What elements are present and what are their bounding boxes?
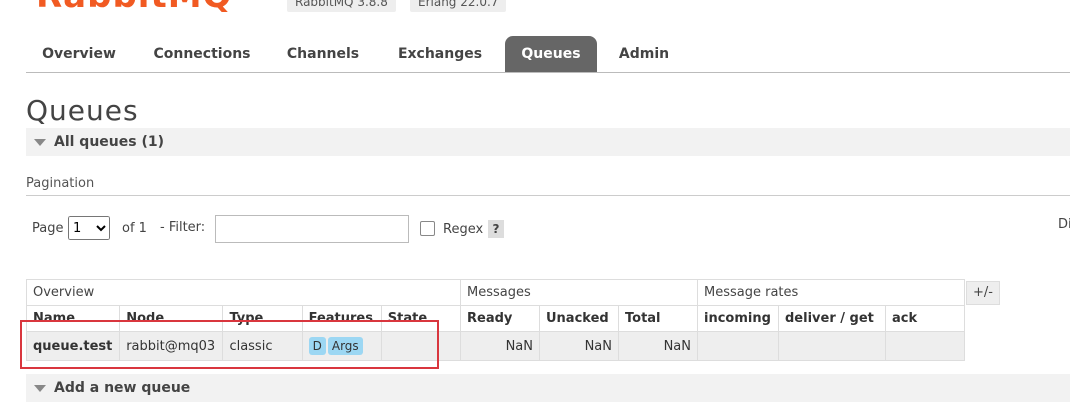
rabbitmq-logo: RabbitMQTM — [36, 0, 251, 16]
group-overview: Overview — [26, 279, 461, 306]
col-header-deliver-get[interactable]: deliver / get — [778, 305, 886, 332]
pagination-divider — [26, 195, 1070, 196]
tab-exchanges[interactable]: Exchanges — [390, 36, 490, 72]
erlang-badge: Erlang 22.0.7 — [410, 0, 507, 12]
tab-connections[interactable]: Connections — [146, 36, 258, 72]
queue-unacked: NaN — [539, 331, 619, 361]
cut-off-text: Di — [1058, 217, 1070, 232]
queue-deliver-get — [778, 331, 886, 361]
collapse-triangle-icon — [34, 384, 46, 392]
col-header-ack[interactable]: ack — [885, 305, 965, 332]
regex-label: Regex — [443, 222, 484, 237]
queue-total: NaN — [618, 331, 698, 361]
tab-overview[interactable]: Overview — [32, 36, 126, 72]
tab-queues[interactable]: Queues — [505, 36, 597, 72]
queue-ack — [885, 331, 965, 361]
main-nav-tabs: Overview Connections Channels Exchanges … — [26, 36, 1070, 73]
group-messages: Messages — [460, 279, 698, 306]
col-header-unacked[interactable]: Unacked — [539, 305, 619, 332]
collapse-triangle-icon — [34, 138, 46, 146]
page-title: Queues — [26, 94, 139, 127]
regex-checkbox[interactable] — [420, 221, 435, 236]
page-label: Page — [32, 221, 64, 236]
filter-input[interactable] — [215, 215, 409, 243]
page-select[interactable]: 1 — [68, 216, 110, 240]
page-of-label: of 1 — [122, 221, 147, 236]
queue-ready: NaN — [460, 331, 540, 361]
all-queues-label: All queues (1) — [54, 134, 164, 150]
tab-admin[interactable]: Admin — [610, 36, 678, 72]
tab-channels[interactable]: Channels — [280, 36, 366, 72]
version-badge: RabbitMQ 3.8.8 — [287, 0, 396, 12]
regex-help-button[interactable]: ? — [488, 220, 504, 238]
queue-incoming — [697, 331, 779, 361]
col-header-ready[interactable]: Ready — [460, 305, 540, 332]
filter-label: - Filter: — [160, 220, 206, 235]
all-queues-section-header[interactable]: All queues (1) — [26, 128, 1070, 156]
col-header-incoming[interactable]: incoming — [697, 305, 779, 332]
add-queue-section-header[interactable]: Add a new queue — [26, 374, 1070, 402]
group-message-rates: Message rates — [697, 279, 965, 306]
pagination-label: Pagination — [26, 176, 95, 191]
col-header-total[interactable]: Total — [618, 305, 698, 332]
toggle-columns-button[interactable]: +/- — [966, 281, 1000, 305]
highlight-box — [20, 320, 439, 369]
